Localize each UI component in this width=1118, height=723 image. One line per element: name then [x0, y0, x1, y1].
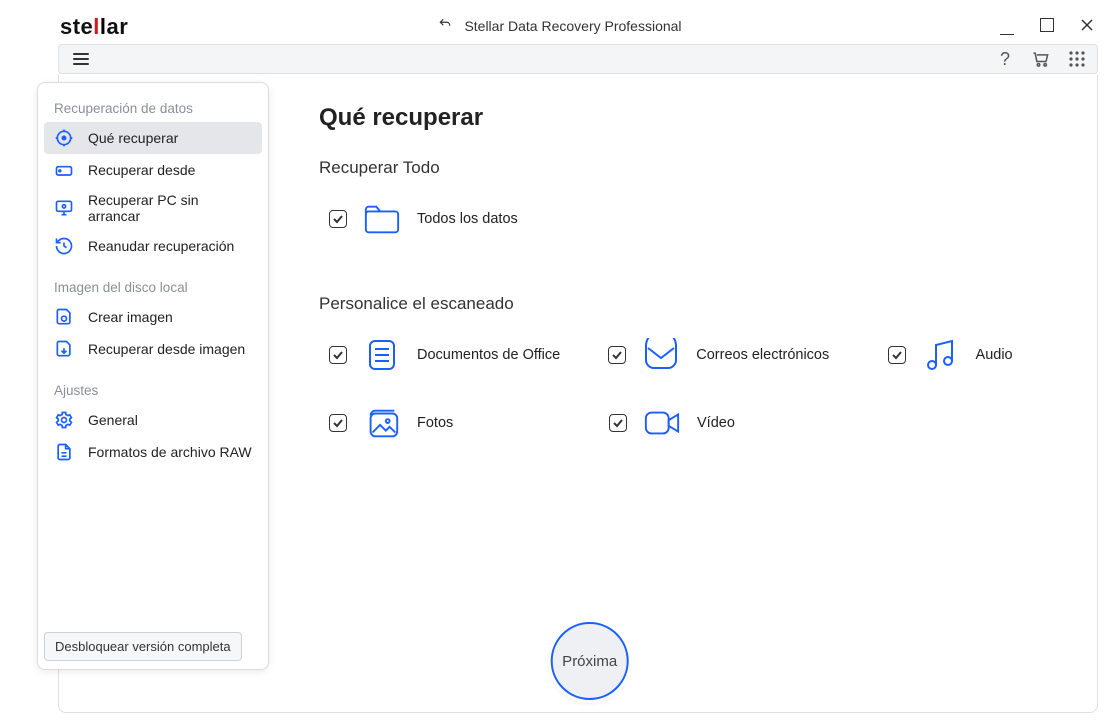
sidebar-item-label: Reanudar recuperación — [88, 238, 234, 254]
sidebar-item-what-recover[interactable]: Qué recuperar — [44, 122, 262, 154]
sidebar-item-create-image[interactable]: Crear imagen — [44, 301, 262, 333]
disk-arrow-icon — [54, 339, 74, 359]
mail-icon — [642, 336, 680, 374]
option-label: Vídeo — [697, 415, 735, 431]
target-icon — [54, 128, 74, 148]
option-video: Vídeo — [609, 404, 859, 442]
photo-icon — [363, 404, 401, 442]
history-icon — [54, 236, 74, 256]
sidebar-group-title: Recuperación de datos — [44, 97, 262, 122]
checkbox-photos[interactable] — [329, 414, 347, 432]
option-label: Documentos de Office — [417, 347, 560, 363]
section-customize-title: Personalice el escaneado — [319, 294, 1067, 314]
option-all-data: Todos los datos — [329, 200, 579, 238]
next-button[interactable]: Próxima — [551, 622, 629, 700]
drive-icon — [54, 160, 74, 180]
help-icon[interactable]: ? — [995, 49, 1015, 69]
option-label: Audio — [976, 347, 1013, 363]
unlock-full-version-button[interactable]: Desbloquear versión completa — [44, 632, 242, 661]
sidebar-item-label: Recuperar desde — [88, 162, 195, 178]
music-icon — [922, 336, 960, 374]
main-container: Recuperación de datos Qué recuperar Recu… — [58, 74, 1098, 713]
option-emails: Correos electrónicos — [608, 336, 857, 374]
next-button-label: Próxima — [562, 653, 617, 670]
checkbox-all-data[interactable] — [329, 210, 347, 228]
sidebar-item-recover-from[interactable]: Recuperar desde — [44, 154, 262, 186]
window-controls — [1000, 18, 1094, 32]
checkbox-audio[interactable] — [888, 346, 906, 364]
option-label: Correos electrónicos — [696, 347, 829, 363]
titlebar: stellar Stellar Data Recovery Profession… — [0, 0, 1118, 40]
sidebar-item-general[interactable]: General — [44, 404, 262, 436]
file-plus-icon — [54, 442, 74, 462]
folder-icon — [363, 200, 401, 238]
sidebar-item-label: General — [88, 412, 138, 428]
option-office: Documentos de Office — [329, 336, 578, 374]
app-title: Stellar Data Recovery Professional — [464, 18, 681, 34]
main-content: Qué recuperar Recuperar Todo Todos los d… — [319, 104, 1067, 712]
option-label: Todos los datos — [417, 211, 518, 227]
sidebar-item-crashed-pc[interactable]: Recuperar PC sin arrancar — [44, 186, 262, 230]
sidebar-item-resume[interactable]: Reanudar recuperación — [44, 230, 262, 262]
sidebar-item-label: Qué recuperar — [88, 130, 178, 146]
gear-icon — [54, 410, 74, 430]
sidebar-group-title: Imagen del disco local — [44, 276, 262, 301]
option-label: Fotos — [417, 415, 453, 431]
document-icon — [363, 336, 401, 374]
apps-grid-icon[interactable] — [1067, 49, 1087, 69]
title-area: Stellar Data Recovery Professional — [0, 17, 1118, 34]
page-title: Qué recuperar — [319, 104, 1067, 132]
section-recover-all-title: Recuperar Todo — [319, 158, 1067, 178]
maximize-button[interactable] — [1040, 18, 1054, 32]
sidebar-item-label: Recuperar desde imagen — [88, 341, 245, 357]
back-icon[interactable] — [436, 17, 454, 34]
close-button[interactable] — [1080, 18, 1094, 32]
monitor-icon — [54, 198, 74, 218]
sidebar-item-label: Recuperar PC sin arrancar — [88, 192, 252, 224]
video-icon — [643, 404, 681, 442]
sidebar-item-recover-image[interactable]: Recuperar desde imagen — [44, 333, 262, 365]
minimize-button[interactable] — [1000, 18, 1014, 32]
option-photos: Fotos — [329, 404, 579, 442]
checkbox-office[interactable] — [329, 346, 347, 364]
sidebar-group-title: Ajustes — [44, 379, 262, 404]
menu-icon[interactable] — [73, 53, 89, 65]
cart-icon[interactable] — [1031, 49, 1051, 69]
disk-plus-icon — [54, 307, 74, 327]
option-audio: Audio — [888, 336, 1067, 374]
toolbar: ? — [58, 44, 1098, 74]
checkbox-emails[interactable] — [608, 346, 626, 364]
checkbox-video[interactable] — [609, 414, 627, 432]
sidebar-item-label: Crear imagen — [88, 309, 173, 325]
sidebar: Recuperación de datos Qué recuperar Recu… — [37, 82, 269, 670]
sidebar-item-label: Formatos de archivo RAW — [88, 444, 252, 460]
sidebar-item-raw-formats[interactable]: Formatos de archivo RAW — [44, 436, 262, 468]
